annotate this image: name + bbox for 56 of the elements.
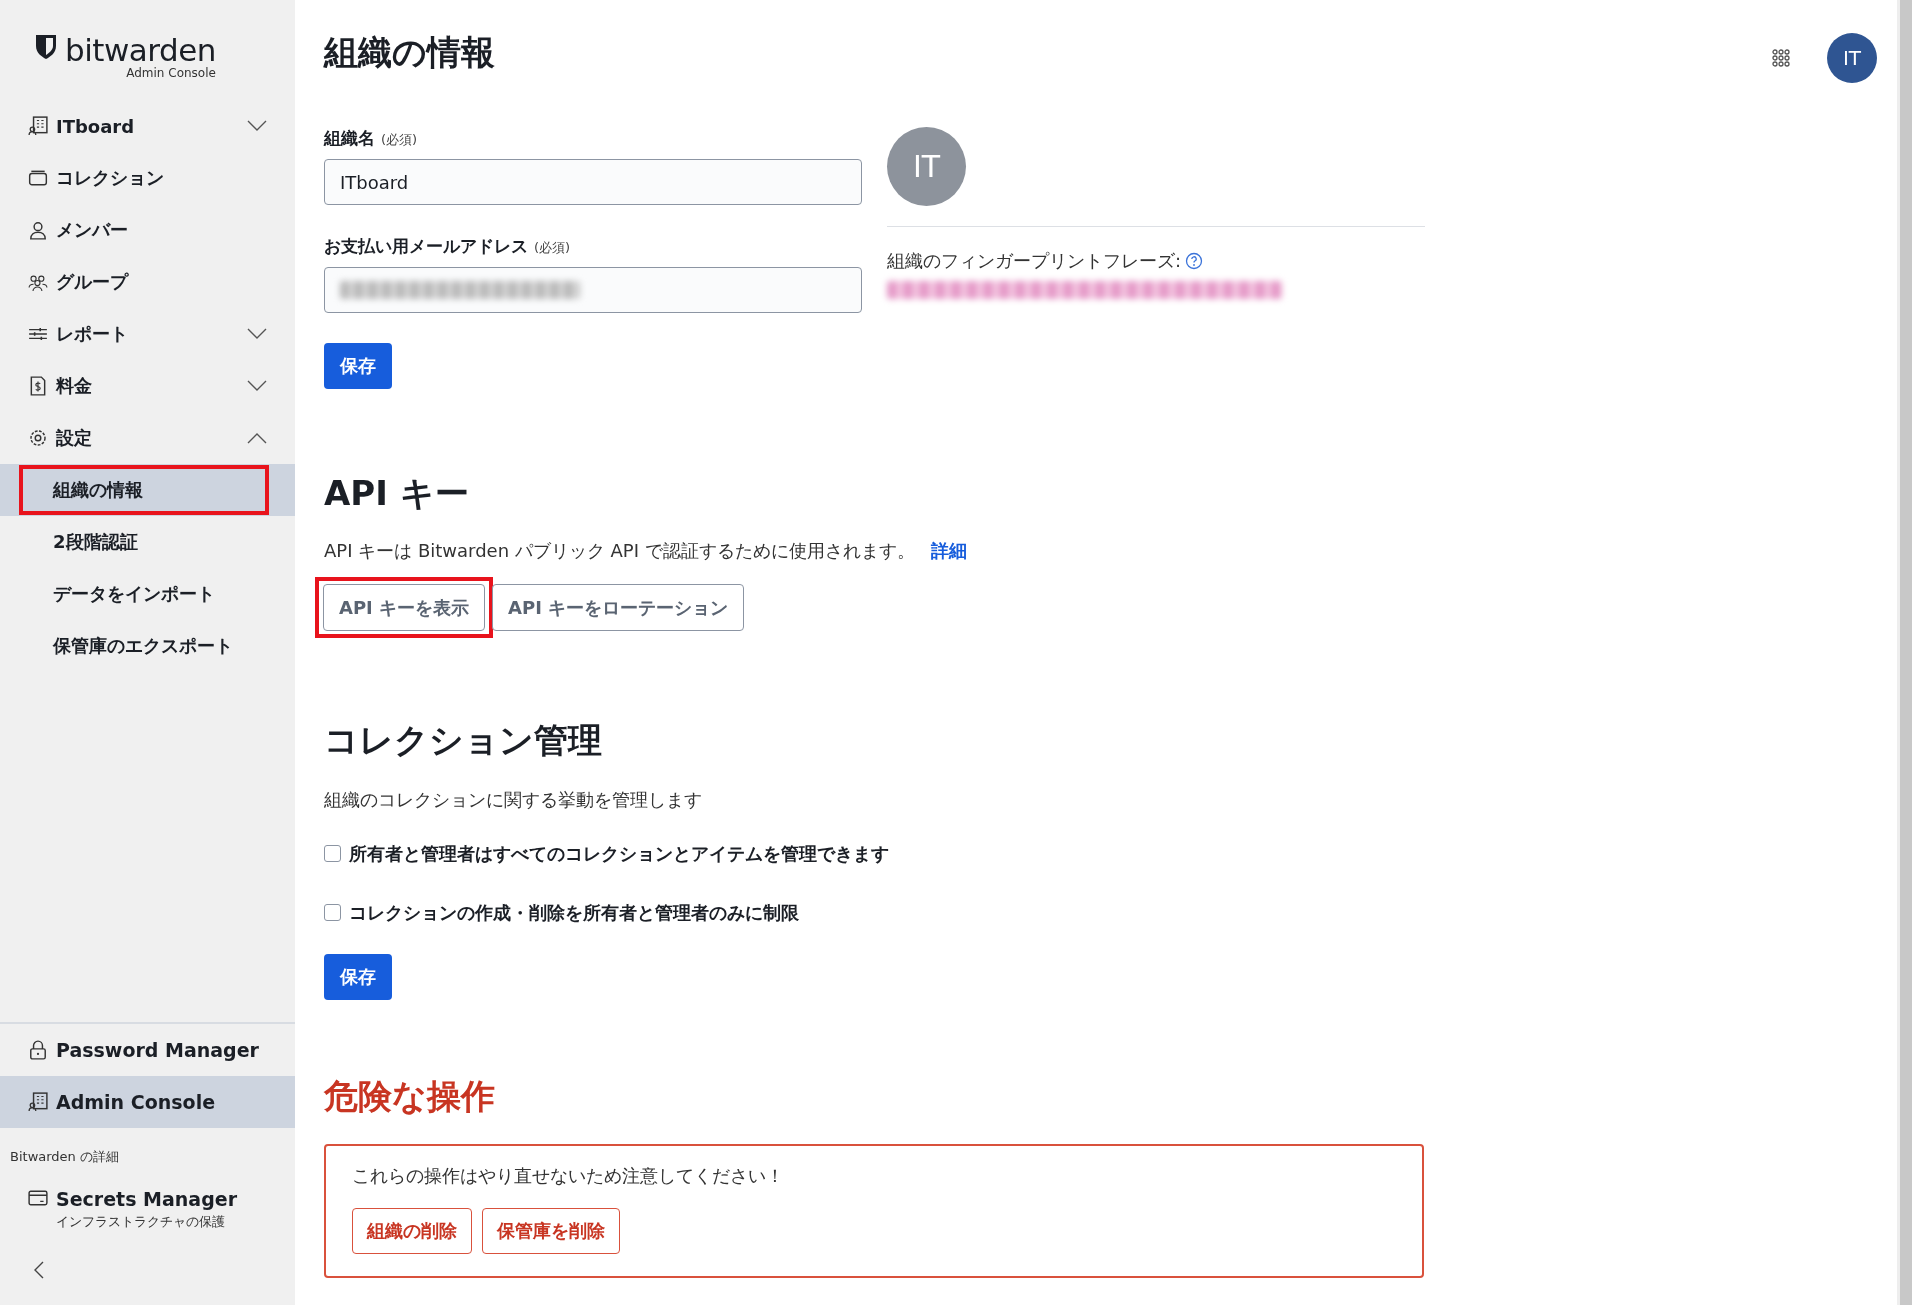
folder-icon (28, 168, 48, 188)
logo-subtitle: Admin Console (126, 66, 216, 80)
nav-item[interactable]: ITboard (0, 100, 295, 152)
danger-title: 危険な操作 (324, 1075, 496, 1118)
org-name-field[interactable]: ITboard (324, 159, 862, 205)
nav-item[interactable]: グループ (0, 256, 295, 308)
nav-item[interactable]: 料金 (0, 360, 295, 412)
product-switch-item[interactable]: Password Manager (0, 1024, 295, 1076)
field-label: 組織名 (必須) (324, 127, 419, 150)
api-key-button[interactable]: API キーを表示 (323, 584, 486, 631)
nav-item[interactable]: メンバー (0, 204, 295, 256)
api-key-button[interactable]: API キーをローテーション (492, 584, 745, 631)
window-icon (28, 1188, 48, 1208)
nav-subitem[interactable]: データをインポート (19, 569, 269, 619)
nav-item[interactable]: コレクション (0, 152, 295, 204)
scrollbar[interactable] (1897, 0, 1912, 1305)
fingerprint-label: 組織のフィンガープリントフレーズ: (887, 249, 1182, 273)
product-switch-item[interactable]: Admin Console (0, 1076, 295, 1128)
nav-subitem[interactable]: 組織の情報 (19, 465, 269, 515)
building-icon (28, 116, 48, 136)
nav-subitem[interactable]: 保管庫のエクスポート (19, 621, 269, 671)
nav-subitem[interactable]: 2段階認証 (19, 517, 269, 567)
delete-button[interactable]: 保管庫を削除 (482, 1208, 620, 1254)
save-button[interactable]: 保存 (324, 343, 392, 389)
logo-wordmark: bitwarden (65, 34, 216, 66)
help-icon[interactable] (1185, 252, 1204, 270)
nav-item[interactable]: 設定 (0, 412, 295, 464)
invoice-icon (28, 376, 48, 396)
billing-email-field[interactable] (324, 267, 862, 313)
org-avatar: IT (887, 127, 966, 206)
shield-icon (35, 34, 57, 60)
settings-icon (28, 428, 48, 448)
details-link[interactable]: 詳細 (930, 540, 967, 561)
section-title: API キー (324, 472, 470, 515)
product-link[interactable]: Secrets Manager インフラストラクチャの保護 (0, 1176, 295, 1231)
checkbox-label: 所有者と管理者はすべてのコレクションとアイテムを管理できます (349, 841, 889, 866)
lock-icon (28, 1040, 48, 1060)
field-label: お支払い用メールアドレス (必須) (324, 235, 572, 258)
api-description: API キーは Bitwarden パブリック API で認証するために使用されます。 詳細 (324, 539, 968, 563)
page-title: 組織の情報 (324, 31, 495, 74)
checkbox-label: コレクションの作成・削除を所有者と管理者のみに制限 (349, 900, 799, 925)
person-icon (28, 220, 48, 240)
section-caption: Bitwarden の詳細 (9, 1148, 120, 1166)
user-avatar[interactable]: IT (1827, 33, 1877, 83)
section-description: 組織のコレクションに関する挙動を管理します (324, 788, 703, 812)
section-title: コレクション管理 (324, 719, 603, 762)
delete-button[interactable]: 組織の削除 (352, 1208, 472, 1254)
app-grid-icon[interactable] (1771, 48, 1791, 68)
checkbox[interactable] (324, 845, 341, 862)
building-icon (28, 1092, 48, 1112)
collapse-icon[interactable] (34, 1261, 44, 1279)
group-icon (28, 272, 48, 292)
nav-item[interactable]: レポート (0, 308, 295, 360)
checkbox[interactable] (324, 904, 341, 921)
warning-text: これらの操作はやり直せないため注意してください！ (352, 1164, 785, 1188)
save-button[interactable]: 保存 (324, 954, 392, 1000)
